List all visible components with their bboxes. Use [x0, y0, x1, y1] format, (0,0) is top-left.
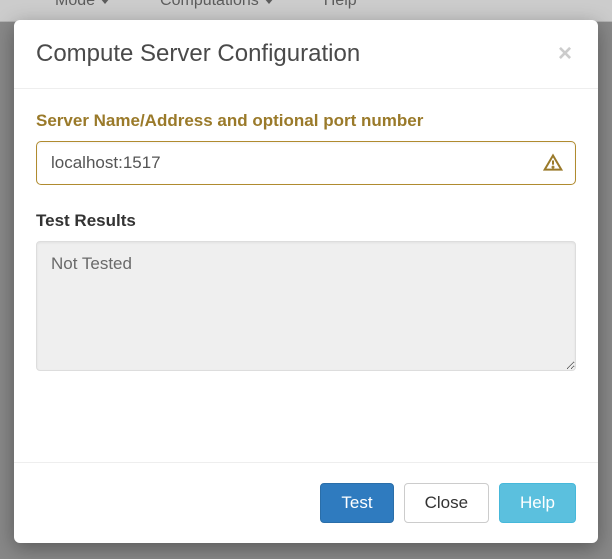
test-button[interactable]: Test	[320, 483, 393, 523]
caret-down-icon	[264, 0, 274, 4]
modal-title: Compute Server Configuration	[36, 40, 360, 68]
modal-body: Server Name/Address and optional port nu…	[14, 89, 598, 462]
test-results-label: Test Results	[36, 211, 576, 231]
server-address-label: Server Name/Address and optional port nu…	[36, 111, 576, 131]
bg-menu-computations: Computations	[160, 0, 274, 10]
compute-server-config-modal: Compute Server Configuration × Server Na…	[14, 20, 598, 543]
bg-menu-help: Help	[324, 0, 357, 10]
help-button[interactable]: Help	[499, 483, 576, 523]
server-address-input-wrapper[interactable]	[36, 141, 576, 185]
modal-header: Compute Server Configuration ×	[14, 20, 598, 89]
caret-down-icon	[100, 0, 110, 4]
test-results-output	[36, 241, 576, 371]
warning-triangle-icon	[543, 153, 563, 173]
modal-footer: Test Close Help	[14, 462, 598, 543]
background-menubar: Mode Computations Help	[0, 0, 612, 22]
server-address-input[interactable]	[37, 143, 543, 183]
bg-menu-mode: Mode	[55, 0, 110, 10]
close-button[interactable]: Close	[404, 483, 489, 523]
close-icon[interactable]: ×	[554, 40, 576, 68]
